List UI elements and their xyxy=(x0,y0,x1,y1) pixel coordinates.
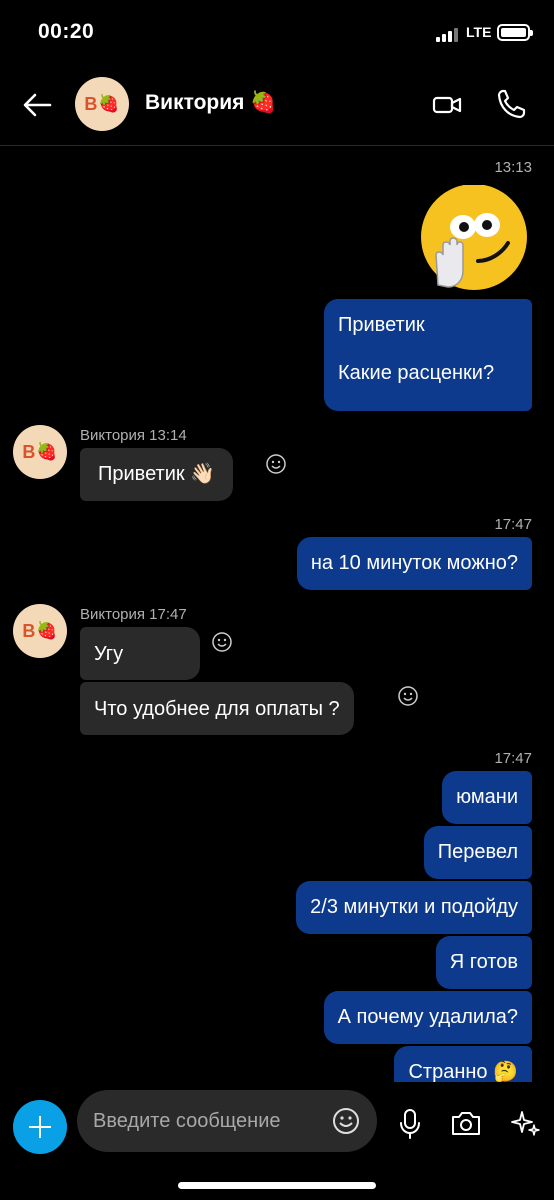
sender-name-time: Виктория 13:14 xyxy=(80,427,187,444)
sender-name-time: Виктория 17:47 xyxy=(80,606,187,623)
message-bubble-outgoing[interactable]: А почему удалила? xyxy=(323,991,532,1044)
timestamp: 17:47 xyxy=(494,516,532,533)
message-bubble-outgoing[interactable]: Приветик Какие расценки? xyxy=(324,299,532,411)
emoji-icon[interactable] xyxy=(331,1106,361,1136)
message-text: Я готов xyxy=(449,951,518,973)
message-text: Приветик 👋🏻 xyxy=(98,463,216,485)
message-bubble-outgoing[interactable]: на 10 минуток можно? xyxy=(296,537,532,590)
smiley-reaction-icon[interactable] xyxy=(211,631,233,653)
strawberry-icon: 🍓 xyxy=(36,442,58,461)
strawberry-icon: 🍓 xyxy=(98,94,120,113)
status-bar: 00:20 LTE xyxy=(0,0,554,66)
message-text: 2/3 минутки и подойду xyxy=(310,896,518,918)
message-text: А почему удалила? xyxy=(337,1006,518,1028)
message-bubble-outgoing[interactable]: 2/3 минутки и подойду xyxy=(296,881,532,934)
message-text: Приветик xyxy=(338,314,425,336)
message-text: Что удобнее для оплаты ? xyxy=(94,698,340,720)
message-bubble-outgoing[interactable]: Перевел xyxy=(423,826,532,879)
back-arrow-icon[interactable] xyxy=(20,88,54,122)
message-input-box[interactable] xyxy=(77,1090,377,1152)
avatar-letter: В xyxy=(22,441,36,462)
sender-avatar[interactable]: В 🍓 xyxy=(13,604,67,658)
signal-icon xyxy=(436,26,462,42)
home-indicator xyxy=(178,1182,376,1189)
message-input[interactable] xyxy=(93,1090,323,1152)
message-bubble-outgoing[interactable]: Я готов xyxy=(435,936,532,989)
message-bubble-incoming[interactable]: Что удобнее для оплаты ? xyxy=(80,682,354,735)
strawberry-icon: 🍓 xyxy=(36,621,58,640)
status-time: 00:20 xyxy=(38,20,95,43)
message-bubble-outgoing[interactable]: юмани xyxy=(442,771,532,824)
timestamp: 13:13 xyxy=(494,159,532,176)
avatar-letter: В xyxy=(22,620,36,641)
smiley-reaction-icon[interactable] xyxy=(397,685,419,707)
chat-header: В 🍓 Виктория 🍓 xyxy=(0,66,554,146)
contact-name[interactable]: Виктория 🍓 xyxy=(145,91,276,115)
video-call-icon[interactable] xyxy=(432,90,462,120)
message-bubble-incoming[interactable]: Угу xyxy=(80,627,200,680)
timestamp: 17:47 xyxy=(494,750,532,767)
smiley-reaction-icon[interactable] xyxy=(265,453,287,475)
message-text: Перевел xyxy=(437,841,518,863)
microphone-icon[interactable] xyxy=(398,1108,422,1140)
avatar[interactable]: В 🍓 xyxy=(75,77,129,131)
sender-avatar[interactable]: В 🍓 xyxy=(13,425,67,479)
sparkle-icon[interactable] xyxy=(510,1108,540,1138)
message-text: на 10 минуток можно? xyxy=(310,552,518,574)
battery-icon xyxy=(497,24,533,41)
message-text: Какие расценки? xyxy=(338,362,495,384)
message-bubble-incoming[interactable]: Приветик 👋🏻 xyxy=(80,448,234,501)
message-text: юмани xyxy=(456,786,518,808)
avatar-letter: В xyxy=(84,93,98,114)
add-attachment-button[interactable] xyxy=(13,1100,67,1154)
message-text: Угу xyxy=(94,643,124,665)
message-text: Странно 🤔 xyxy=(408,1061,518,1083)
compose-bar xyxy=(0,1082,554,1200)
phone-icon[interactable] xyxy=(496,88,526,120)
camera-icon[interactable] xyxy=(450,1109,482,1137)
face-with-hand-sticker[interactable] xyxy=(418,185,528,295)
network-type: LTE xyxy=(466,24,492,40)
